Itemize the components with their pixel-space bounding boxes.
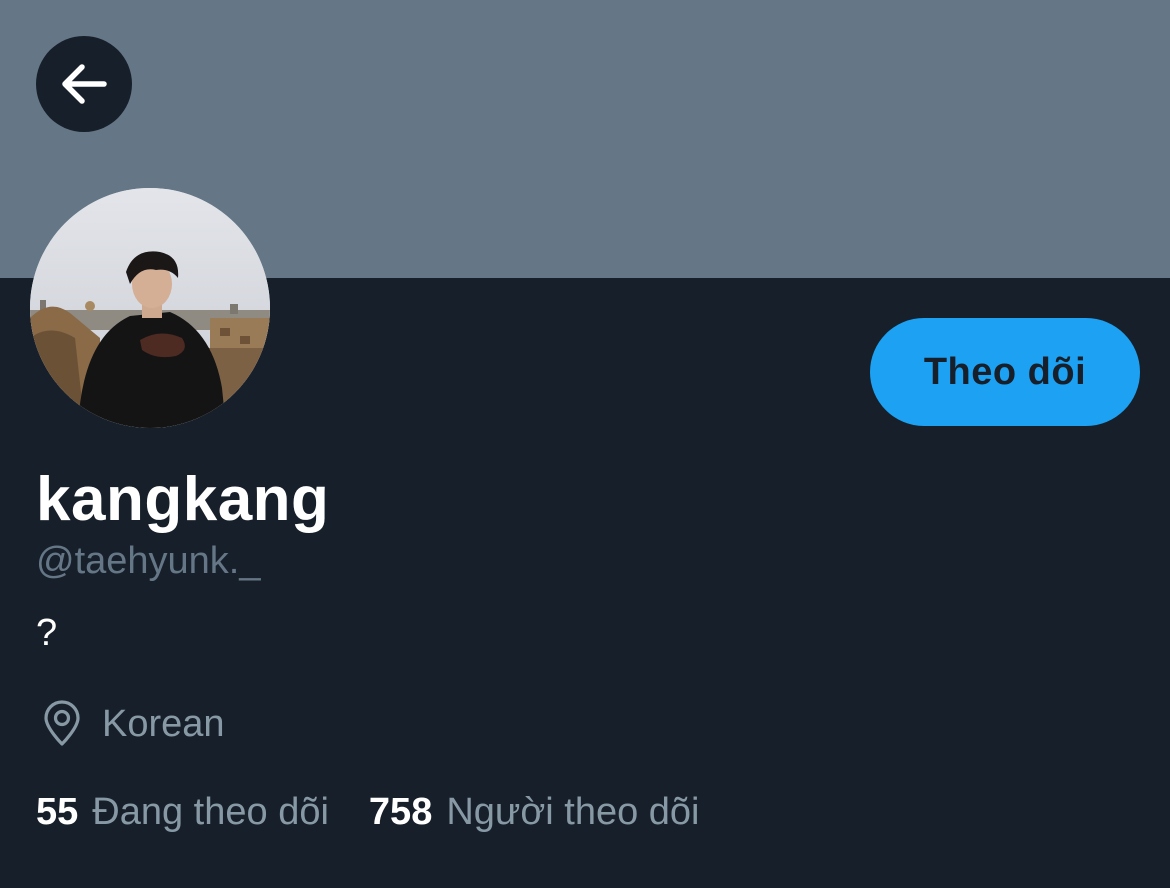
following-count[interactable]: 55 bbox=[36, 791, 78, 834]
profile-page: Theo dõi kangkang @taehyunk._ ? Korean 5… bbox=[0, 0, 1170, 888]
back-button[interactable] bbox=[36, 36, 132, 132]
user-handle: @taehyunk._ bbox=[36, 540, 261, 582]
followers-count[interactable]: 758 bbox=[369, 791, 432, 834]
display-name: kangkang bbox=[36, 465, 330, 534]
location-text: Korean bbox=[102, 702, 225, 745]
arrow-left-icon bbox=[62, 64, 107, 104]
following-label[interactable]: Đang theo dõi bbox=[92, 791, 329, 834]
follow-button[interactable]: Theo dõi bbox=[870, 318, 1140, 426]
follow-button-label: Theo dõi bbox=[923, 350, 1087, 393]
followers-label[interactable]: Người theo dõi bbox=[446, 791, 699, 834]
follow-stats: 55 Đang theo dõi 758 Người theo dõi bbox=[36, 786, 700, 838]
bio-text: ? bbox=[36, 612, 58, 654]
location-row: Korean bbox=[40, 698, 225, 750]
map-pin-icon bbox=[44, 700, 80, 746]
avatar[interactable] bbox=[30, 188, 270, 428]
avatar-photo bbox=[30, 188, 270, 428]
